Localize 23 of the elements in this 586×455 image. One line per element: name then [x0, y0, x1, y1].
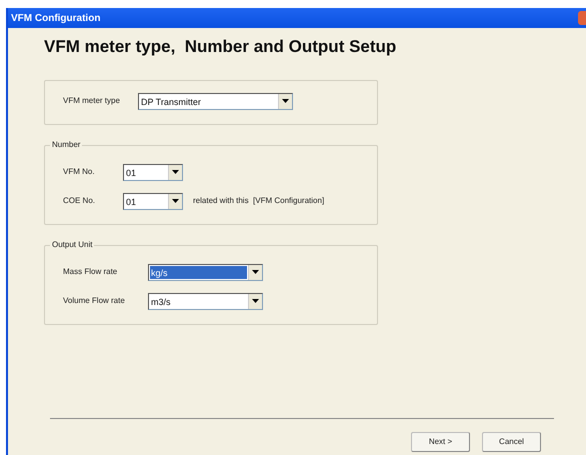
field-label: Volume Flow rate [63, 295, 126, 307]
dropdown[interactable]: DP Transmitter [138, 92, 293, 110]
group-label: Number [50, 138, 82, 150]
dropdown[interactable]: m3/s [148, 292, 263, 310]
group-label: Output Unit [50, 238, 94, 250]
dropdown[interactable]: 01 [123, 192, 183, 210]
field-label: VFM meter type [63, 95, 121, 107]
field-label: COE No. [63, 195, 96, 207]
caret-icon [172, 199, 179, 203]
dropdown[interactable]: kg/s [148, 264, 263, 280]
page-heading: VFM meter type, Number and Output Setup [44, 36, 398, 58]
caret-icon [252, 270, 259, 274]
window-title: VFM Configuration [11, 12, 100, 26]
dropdown[interactable]: 01 [123, 164, 183, 180]
caret-icon [282, 99, 289, 103]
caret-icon [172, 170, 179, 174]
field-label: Mass Flow rate [63, 266, 118, 278]
next-button[interactable]: Next > [411, 432, 470, 452]
caret-icon [252, 299, 259, 303]
cancel-button[interactable]: Cancel [482, 432, 541, 452]
close-button[interactable] [578, 11, 586, 25]
field-label: VFM No. [63, 166, 96, 178]
note-text: related with this [VFM Configuration] [193, 195, 324, 207]
